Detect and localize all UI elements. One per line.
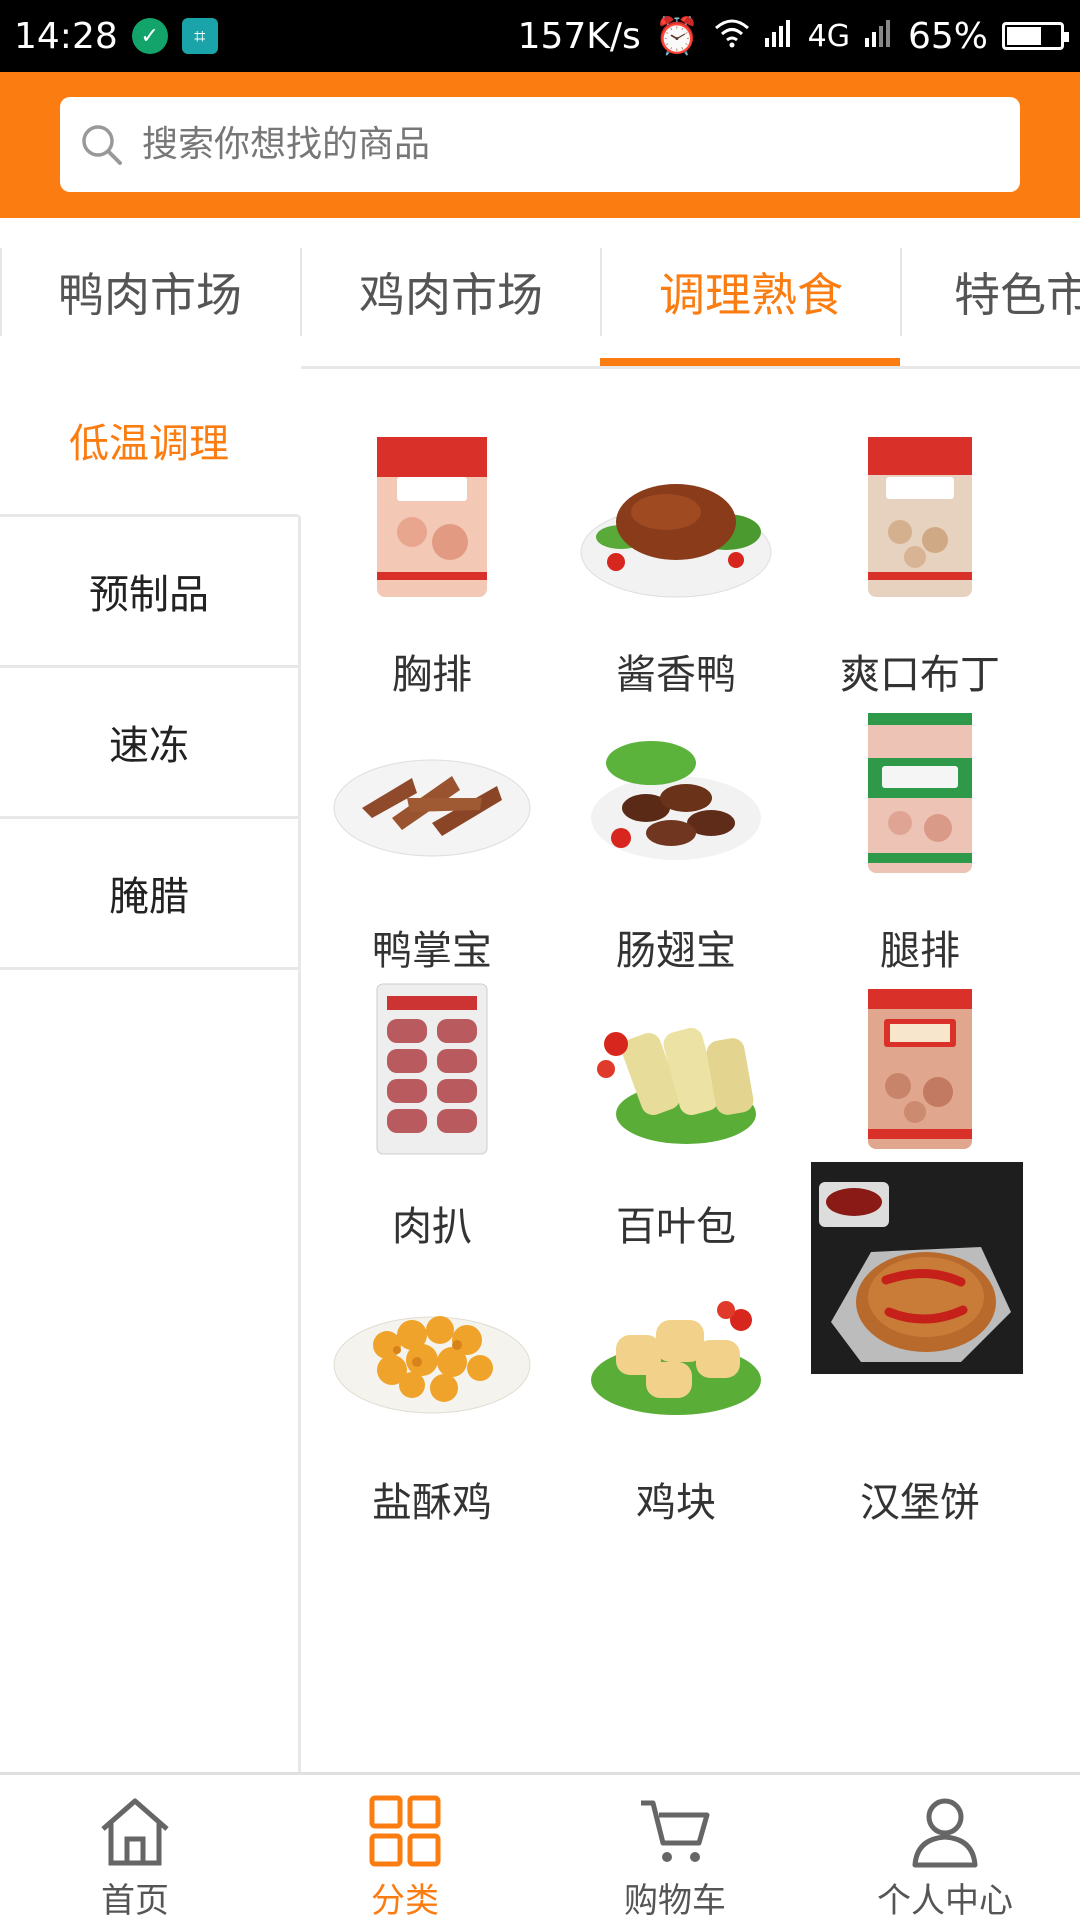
bottom-nav: 首页 分类 购物车 个人中心 bbox=[0, 1772, 1080, 1923]
network-speed: 157K/s bbox=[517, 15, 641, 57]
product-image bbox=[868, 713, 972, 873]
product-image bbox=[377, 437, 487, 597]
product-image bbox=[591, 741, 761, 860]
status-time: 14:28 bbox=[14, 15, 118, 57]
search-header bbox=[0, 72, 1080, 218]
product-name: 汉堡饼 bbox=[860, 1480, 980, 1526]
subcategory-prepared[interactable]: 预制品 bbox=[0, 517, 298, 668]
nav-home[interactable]: 首页 bbox=[0, 1775, 270, 1923]
alarm-icon: ⏰ bbox=[654, 16, 700, 57]
product-name: 鸡块 bbox=[636, 1480, 716, 1526]
nav-profile[interactable]: 个人中心 bbox=[810, 1775, 1080, 1923]
product-image bbox=[580, 484, 772, 598]
app-notification-icon: ✓ bbox=[131, 18, 168, 54]
tab-chicken-market[interactable]: 鸡肉市场 bbox=[302, 248, 600, 336]
tab-specialty-market[interactable]: 特色市 bbox=[902, 248, 1080, 336]
product-item[interactable]: 盐酥鸡 bbox=[310, 1208, 554, 1548]
nav-label: 个人中心 bbox=[877, 1881, 1013, 1921]
product-image bbox=[333, 1316, 531, 1414]
subcategory-label: 腌腊 bbox=[109, 874, 189, 920]
product-image bbox=[591, 1301, 761, 1415]
product-image bbox=[597, 1027, 756, 1144]
wifi-icon bbox=[714, 16, 750, 57]
nav-category[interactable]: 分类 bbox=[270, 1775, 540, 1923]
product-image bbox=[376, 983, 488, 1155]
category-tabs: 鸭肉市场 鸡肉市场 调理熟食 特色市 bbox=[0, 218, 1080, 369]
nav-cart[interactable]: 购物车 bbox=[540, 1775, 810, 1923]
subcategory-menu: 低温调理 预制品 速冻 腌腊 bbox=[0, 366, 301, 1772]
cart-icon bbox=[641, 1800, 710, 1862]
active-tab-indicator bbox=[600, 358, 900, 366]
product-name: 盐酥鸡 bbox=[372, 1480, 492, 1526]
subcategory-label: 预制品 bbox=[89, 572, 209, 618]
subcategory-frozen[interactable]: 速冻 bbox=[0, 668, 298, 819]
signal-icon bbox=[764, 16, 794, 57]
product-item[interactable]: 鸡块 bbox=[554, 1208, 798, 1548]
nav-label: 购物车 bbox=[624, 1881, 726, 1921]
nav-label: 分类 bbox=[371, 1881, 439, 1921]
search-box[interactable] bbox=[60, 97, 1020, 192]
product-item[interactable]: 汉堡饼 bbox=[798, 1162, 1042, 1548]
product-image bbox=[811, 1162, 1023, 1374]
screenshot-icon: ⌗ bbox=[181, 18, 218, 54]
subcategory-cured[interactable]: 腌腊 bbox=[0, 819, 298, 970]
signal-icon-2 bbox=[864, 16, 894, 57]
search-icon bbox=[78, 121, 126, 169]
product-image bbox=[868, 437, 972, 597]
product-image bbox=[333, 759, 531, 857]
subcategory-low-temp[interactable]: 低温调理 bbox=[0, 366, 301, 517]
nav-label: 首页 bbox=[101, 1881, 169, 1921]
user-icon bbox=[912, 1798, 978, 1868]
subcategory-label: 速冻 bbox=[109, 723, 189, 769]
battery-icon bbox=[1002, 22, 1069, 50]
battery-level bbox=[1007, 27, 1041, 45]
tab-prepared-food[interactable]: 调理熟食 bbox=[602, 248, 900, 336]
product-image bbox=[868, 989, 972, 1149]
grid-icon bbox=[369, 1795, 441, 1867]
subcategory-label: 低温调理 bbox=[69, 421, 229, 467]
network-type: 4G bbox=[807, 18, 850, 54]
status-bar: 14:28 ✓ ⌗ 157K/s ⏰ 4G 65% bbox=[0, 0, 1080, 72]
search-input[interactable] bbox=[140, 123, 1020, 166]
battery-percent: 65% bbox=[907, 15, 988, 57]
home-icon bbox=[101, 1798, 169, 1866]
tab-duck-market[interactable]: 鸭肉市场 bbox=[0, 248, 300, 336]
